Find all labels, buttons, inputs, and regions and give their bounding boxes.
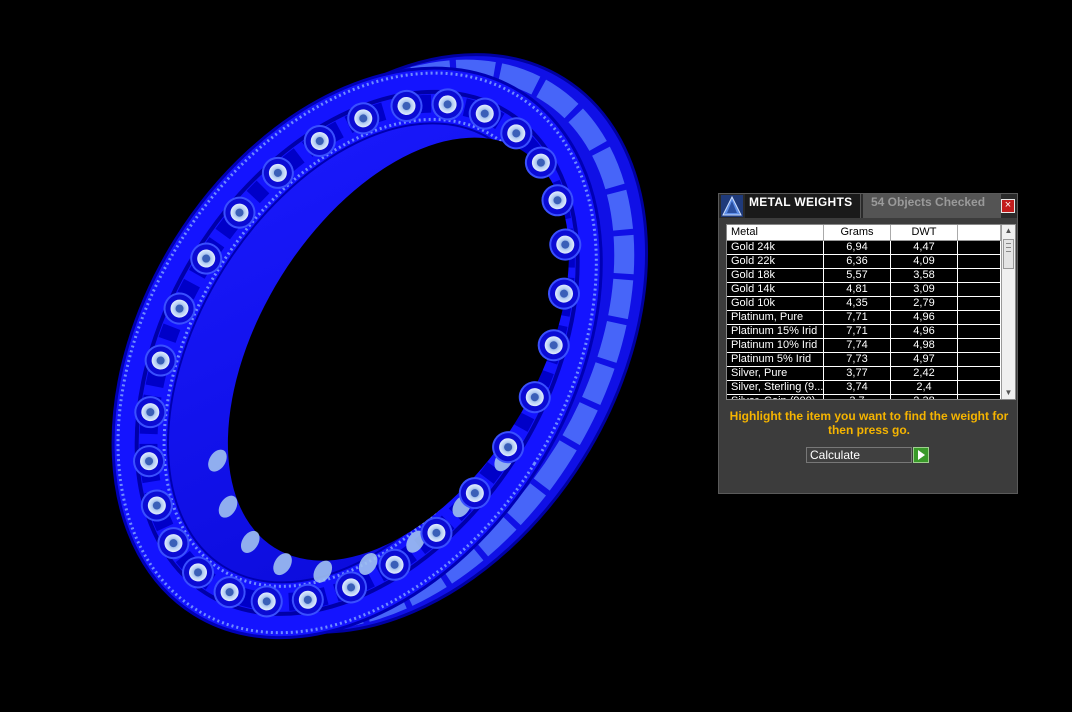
- cell-dwt: 4,96: [891, 311, 958, 324]
- table-row[interactable]: Silver, Sterling (9... 3,74 2,4: [727, 381, 1001, 395]
- go-button[interactable]: [913, 447, 929, 463]
- cell-metal: Silver, Pure: [727, 367, 824, 380]
- cell-blank: [958, 353, 1001, 366]
- cell-metal: Silver, Sterling (9...: [727, 381, 824, 394]
- cell-blank: [958, 255, 1001, 268]
- cell-metal: Gold 24k: [727, 241, 824, 254]
- objects-checked-label: 54 Objects Checked: [863, 194, 1001, 218]
- instruction-text: Highlight the item you want to find the …: [729, 409, 1009, 437]
- scroll-down-icon[interactable]: ▼: [1002, 387, 1015, 399]
- cell-grams: 3,74: [824, 381, 891, 394]
- cell-metal: Gold 18k: [727, 269, 824, 282]
- cell-grams: 4,35: [824, 297, 891, 310]
- cell-metal: Platinum 10% Irid: [727, 339, 824, 352]
- cell-metal: Platinum 5% Irid: [727, 353, 824, 366]
- cell-blank: [958, 381, 1001, 394]
- cell-grams: 3,7: [824, 395, 891, 399]
- cell-blank: [958, 269, 1001, 282]
- panel-titlebar[interactable]: METAL WEIGHTS 54 Objects Checked ×: [719, 194, 1017, 218]
- table-row[interactable]: Gold 22k 6,36 4,09: [727, 255, 1001, 269]
- cell-dwt: 4,09: [891, 255, 958, 268]
- column-header-dwt[interactable]: DWT: [891, 225, 958, 240]
- table-row[interactable]: Gold 14k 4,81 3,09: [727, 283, 1001, 297]
- cell-grams: 7,71: [824, 311, 891, 324]
- close-icon[interactable]: ×: [1001, 199, 1015, 213]
- calculate-dropdown[interactable]: Calculate: [806, 447, 912, 463]
- table-row[interactable]: Gold 18k 5,57 3,58: [727, 269, 1001, 283]
- cell-metal: Platinum 15% Irid: [727, 325, 824, 338]
- cell-dwt: 2,79: [891, 297, 958, 310]
- column-header-blank: [958, 225, 1001, 240]
- table-row[interactable]: Gold 24k 6,94 4,47: [727, 241, 1001, 255]
- table-row[interactable]: Silver, Coin (900)3,72,38: [727, 395, 1001, 399]
- cell-dwt: 4,47: [891, 241, 958, 254]
- cell-dwt: 2,42: [891, 367, 958, 380]
- cell-dwt: 4,98: [891, 339, 958, 352]
- cell-dwt: 2,38: [891, 395, 958, 399]
- list-header: Metal Grams DWT: [727, 225, 1001, 241]
- table-row[interactable]: Platinum, Pure 7,71 4,96: [727, 311, 1001, 325]
- table-row[interactable]: Silver, Pure 3,77 2,42: [727, 367, 1001, 381]
- cell-dwt: 2,4: [891, 381, 958, 394]
- scroll-thumb[interactable]: [1003, 239, 1014, 269]
- table-row[interactable]: Platinum 5% Irid 7,73 4,97: [727, 353, 1001, 367]
- cell-metal: Platinum, Pure: [727, 311, 824, 324]
- cell-dwt: 3,09: [891, 283, 958, 296]
- cell-blank: [958, 339, 1001, 352]
- scroll-up-icon[interactable]: ▲: [1002, 225, 1015, 237]
- cell-grams: 6,94: [824, 241, 891, 254]
- table-row[interactable]: Platinum 15% Irid 7,71 4,96: [727, 325, 1001, 339]
- cell-blank: [958, 367, 1001, 380]
- cell-grams: 7,74: [824, 339, 891, 352]
- play-arrow-icon: [918, 450, 925, 460]
- cell-grams: 7,73: [824, 353, 891, 366]
- panel-title: METAL WEIGHTS: [745, 194, 861, 218]
- cell-blank: [958, 325, 1001, 338]
- cell-dwt: 4,96: [891, 325, 958, 338]
- list-rows: Gold 24k 6,94 4,47 Gold 22k 6,36 4,09 Gold 18k…: [727, 241, 1001, 399]
- table-row[interactable]: Platinum 10% Irid 7,74 4,98: [727, 339, 1001, 353]
- cell-grams: 4,81: [824, 283, 891, 296]
- app-logo-icon: [721, 195, 743, 217]
- cell-blank: [958, 311, 1001, 324]
- column-header-grams[interactable]: Grams: [824, 225, 891, 240]
- metal-weights-panel: METAL WEIGHTS 54 Objects Checked × Metal…: [718, 193, 1018, 494]
- cell-metal: Silver, Coin (900): [727, 395, 824, 399]
- column-header-metal[interactable]: Metal: [727, 225, 824, 240]
- cell-metal: Gold 10k: [727, 297, 824, 310]
- cell-grams: 7,71: [824, 325, 891, 338]
- cell-dwt: 4,97: [891, 353, 958, 366]
- list-scrollbar[interactable]: ▲ ▼: [1001, 225, 1015, 399]
- metal-list[interactable]: Metal Grams DWT Gold 24k 6,94 4,47 Gold 22k…: [726, 224, 1016, 400]
- cell-blank: [958, 395, 1001, 399]
- cell-blank: [958, 297, 1001, 310]
- cell-grams: 6,36: [824, 255, 891, 268]
- cell-metal: Gold 14k: [727, 283, 824, 296]
- cell-blank: [958, 283, 1001, 296]
- cell-blank: [958, 241, 1001, 254]
- cell-grams: 3,77: [824, 367, 891, 380]
- cell-grams: 5,57: [824, 269, 891, 282]
- cell-dwt: 3,58: [891, 269, 958, 282]
- table-row[interactable]: Gold 10k 4,35 2,79: [727, 297, 1001, 311]
- cell-metal: Gold 22k: [727, 255, 824, 268]
